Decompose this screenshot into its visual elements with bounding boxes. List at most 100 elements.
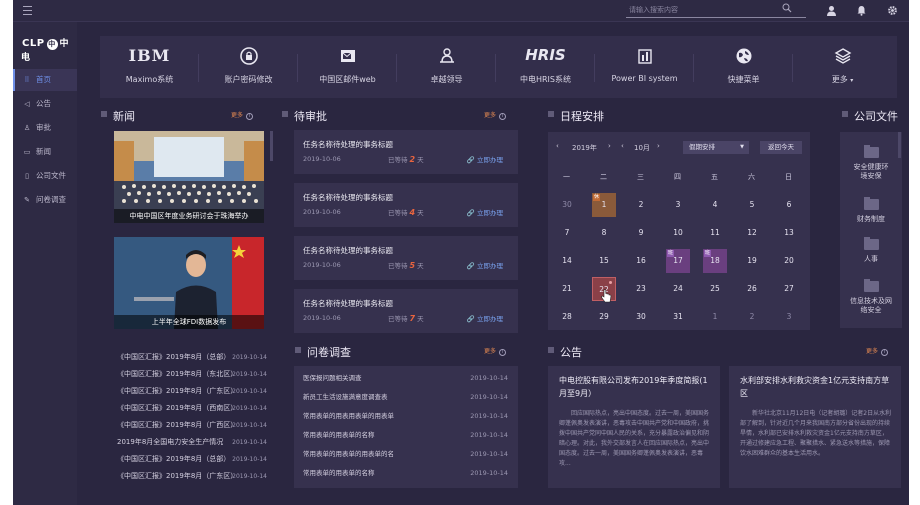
list-item[interactable]: 《中国区汇报》2019年8月（广东区） 2019-10-14 — [117, 468, 267, 485]
approval-item[interactable]: 任务名称待处理的事务标题 2019-10-06 已等待 4 天 🔗 立即办理 — [294, 183, 518, 227]
calendar-day[interactable]: 27 — [777, 277, 801, 301]
folder-safety[interactable]: 安全健康环境安保 — [840, 145, 902, 181]
calendar-day-workday[interactable]: 班 17 — [666, 249, 690, 273]
app-more[interactable]: 更多 ▾ — [793, 36, 892, 98]
calendar-day[interactable]: 14 — [555, 249, 579, 273]
files-scrollbar[interactable] — [898, 132, 901, 158]
calendar-day[interactable]: 3 — [666, 193, 690, 217]
news-scrollbar[interactable] — [270, 131, 273, 161]
list-item[interactable]: 《中国区汇报》2019年8月（总部） 2019-10-14 — [117, 451, 267, 468]
sidebar-item-home[interactable]: ⠿ 首页 — [13, 69, 77, 91]
calendar-day-holiday[interactable]: 休1 — [592, 193, 616, 217]
calendar-day[interactable]: 31 — [666, 305, 690, 329]
list-item[interactable]: 2019年8月全国电力安全生产情况 2019-10-14 — [117, 434, 267, 451]
app-hris[interactable]: HRIS 中电HRIS系统 — [496, 36, 595, 98]
announcements-more-link[interactable]: 更多 i — [866, 346, 889, 356]
app-quick-menu[interactable]: 快捷菜单 — [694, 36, 793, 98]
approval-item[interactable]: 任务名称待处理的事务标题 2019-10-06 已等待 2 天 🔗 立即办理 — [294, 130, 518, 174]
approvals-more-link[interactable]: 更多 i — [484, 110, 507, 120]
list-item[interactable]: 《中国区汇报》2019年8月（广西区） 2019-10-14 — [117, 417, 267, 434]
list-item[interactable]: 《中国区汇报》2019年8月（东北区） 2019-10-14 — [117, 366, 267, 383]
process-now-link[interactable]: 🔗 立即办理 — [467, 154, 503, 164]
announcement-card[interactable]: 水利部安排水利救灾资金1亿元支持南方草区 新华社北京11月12日电（记者胡璐）记… — [729, 366, 901, 488]
calendar-day[interactable]: 28 — [555, 305, 579, 329]
next-month-button[interactable]: › — [657, 142, 660, 150]
layers-icon — [793, 46, 892, 68]
calendar-day[interactable]: 5 — [740, 193, 764, 217]
calendar-day[interactable]: 6 — [777, 193, 801, 217]
list-item[interactable]: 《中国区汇报》2019年8月（总部） 2019-10-14 — [117, 349, 267, 366]
calendar-day[interactable]: 2 — [740, 305, 764, 329]
calendar-day[interactable]: 30 — [629, 305, 653, 329]
calendar-day[interactable]: 26 — [740, 277, 764, 301]
news-image-1[interactable]: 中电中国区年度业务研讨会于珠海举办 — [114, 131, 264, 223]
app-maximo[interactable]: IBM Maximo系统 — [100, 36, 199, 98]
news-more-link[interactable]: 更多 i — [231, 110, 254, 120]
calendar-day[interactable]: 8 — [592, 221, 616, 245]
folder-finance[interactable]: 财务制度 — [840, 197, 902, 224]
list-item[interactable]: 医保报问题相关调查 2019-10-14 — [303, 369, 508, 388]
list-item[interactable]: 常用表单的用表单的用表单的名 2019-10-14 — [303, 445, 508, 464]
calendar-day[interactable]: 2 — [629, 193, 653, 217]
calendar-day[interactable]: 21 — [555, 277, 579, 301]
today-button[interactable]: 返回今天 — [760, 141, 802, 154]
app-leadership[interactable]: 卓越领导 — [397, 36, 496, 98]
search-input[interactable]: 请输入搜索内容 — [626, 4, 806, 18]
calendar-day[interactable]: 13 — [777, 221, 801, 245]
calendar-day[interactable]: 16 — [629, 249, 653, 273]
calendar-day[interactable]: 25 — [703, 277, 727, 301]
approval-item[interactable]: 任务名称待处理的事务标题 2019-10-06 已等待 7 天 🔗 立即办理 — [294, 289, 518, 333]
calendar-day[interactable]: 11 — [703, 221, 727, 245]
sidebar-item-announcement[interactable]: ◁ 公告 — [13, 93, 77, 115]
calendar-day[interactable]: 12 — [740, 221, 764, 245]
calendar-day[interactable]: 29 — [592, 305, 616, 329]
calendar-day[interactable]: 24 — [666, 277, 690, 301]
bell-icon[interactable] — [856, 5, 867, 16]
app-password[interactable]: 账户密码修改 — [199, 36, 298, 98]
prev-month-button[interactable]: ‹ — [621, 142, 624, 150]
calendar-day-workday[interactable]: 班 18 — [703, 249, 727, 273]
calendar-day[interactable]: 1 — [703, 305, 727, 329]
sidebar-item-survey[interactable]: ✎ 问卷调查 — [13, 189, 77, 211]
calendar-day[interactable]: 4 — [703, 193, 727, 217]
list-item[interactable]: 《中国区汇报》2019年8月（广东区） 2019-10-14 — [117, 383, 267, 400]
process-now-link[interactable]: 🔗 立即办理 — [467, 260, 503, 270]
calendar-day[interactable]: 3 — [777, 305, 801, 329]
user-icon[interactable] — [826, 5, 837, 16]
list-item[interactable]: 常用表单的用表单的名称 2019-10-14 — [303, 426, 508, 445]
folder-it-security[interactable]: 信息技术及网络安全 — [840, 279, 902, 315]
survey-more-link[interactable]: 更多 i — [484, 346, 507, 356]
search-icon[interactable] — [782, 3, 792, 13]
calendar-day[interactable]: 20 — [777, 249, 801, 273]
calendar-day[interactable]: 7 — [555, 221, 579, 245]
info-icon: i — [499, 113, 507, 120]
gear-icon[interactable] — [887, 5, 898, 16]
list-item[interactable]: 常用表单的用表单的名称 2019-10-14 — [303, 464, 508, 483]
sidebar-item-news[interactable]: ▭ 新闻 — [13, 141, 77, 163]
app-powerbi[interactable]: Power BI system — [595, 36, 694, 98]
folder-hr[interactable]: 人事 — [840, 237, 902, 264]
process-now-link[interactable]: 🔗 立即办理 — [467, 207, 503, 217]
calendar-day[interactable]: 10 — [666, 221, 690, 245]
list-item[interactable]: 新员工生活设施满意度调查表 2019-10-14 — [303, 388, 508, 407]
calendar-day[interactable]: 30 — [555, 193, 579, 217]
calendar-day[interactable]: 19 — [740, 249, 764, 273]
process-now-link[interactable]: 🔗 立即办理 — [467, 313, 503, 323]
approval-item[interactable]: 任务名称待处理的事务标题 2019-10-06 已等待 5 天 🔗 立即办理 — [294, 236, 518, 280]
menu-icon[interactable] — [23, 6, 32, 15]
calendar-day[interactable]: 23 — [629, 277, 653, 301]
announcement-card[interactable]: 中电控股有限公司发布2019年季度简报(1月至9月） 回应国际热点，亮出中国态度… — [548, 366, 720, 488]
app-mail[interactable]: 中国区邮件web — [298, 36, 397, 98]
next-year-button[interactable]: › — [608, 142, 611, 150]
list-item[interactable]: 《中国区汇报》2019年8月（西南区） 2019-10-14 — [117, 400, 267, 417]
event-dot-icon — [609, 281, 612, 284]
news-image-2[interactable]: 上半年全球FDI数据发布 — [114, 237, 264, 329]
sidebar-item-files[interactable]: ▯ 公司文件 — [13, 165, 77, 187]
workday-tag: 班 — [704, 250, 711, 257]
sidebar-item-approval[interactable]: ♙ 审批 — [13, 117, 77, 139]
calendar-day[interactable]: 9 — [629, 221, 653, 245]
schedule-type-select[interactable]: 假期安排 ▼ — [683, 141, 749, 154]
calendar-day[interactable]: 15 — [592, 249, 616, 273]
prev-year-button[interactable]: ‹ — [556, 142, 559, 150]
list-item[interactable]: 常用表单的用表用表单的用表单 2019-10-14 — [303, 407, 508, 426]
